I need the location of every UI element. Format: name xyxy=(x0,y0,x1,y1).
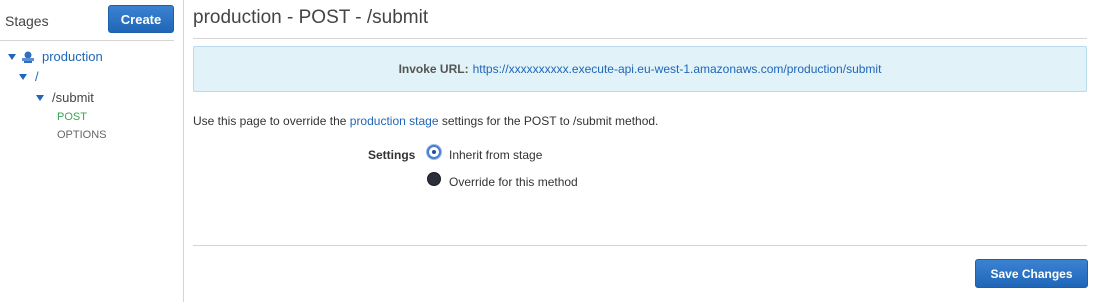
tree-item-options[interactable]: OPTIONS xyxy=(57,129,107,141)
chevron-down-icon[interactable] xyxy=(8,54,16,60)
sidebar-title: Stages xyxy=(5,13,49,29)
inherit-from-stage-radio[interactable] xyxy=(427,145,441,159)
inherit-from-stage-label[interactable]: Inherit from stage xyxy=(449,148,542,162)
chevron-down-icon[interactable] xyxy=(19,74,27,80)
description-suffix: settings for the POST to /submit method. xyxy=(441,114,659,128)
tree-item-production[interactable]: production xyxy=(42,49,103,64)
chevron-down-icon[interactable] xyxy=(36,95,44,101)
title-divider xyxy=(193,38,1087,39)
stage-icon xyxy=(21,50,35,68)
invoke-url-box: Invoke URL: https://xxxxxxxxxx.execute-a… xyxy=(193,46,1087,92)
invoke-url-label: Invoke URL: xyxy=(398,62,469,76)
stages-sidebar: Stages Create production / /submit POST … xyxy=(0,0,184,302)
save-changes-button[interactable]: Save Changes xyxy=(975,259,1088,288)
production-stage-link[interactable]: production stage xyxy=(350,114,439,128)
description-prefix: Use this page to override the xyxy=(193,114,347,128)
override-method-radio[interactable] xyxy=(427,172,441,186)
override-method-label[interactable]: Override for this method xyxy=(449,175,578,189)
sidebar-divider xyxy=(0,40,174,41)
description-text: Use this page to override the production… xyxy=(193,114,658,128)
tree-item-submit[interactable]: /submit xyxy=(52,90,94,105)
tree-item-root[interactable]: / xyxy=(35,69,39,84)
page-title: production - POST - /submit xyxy=(193,7,429,28)
settings-label: Settings xyxy=(368,148,416,162)
create-button[interactable]: Create xyxy=(108,5,174,33)
invoke-url-link[interactable]: https://xxxxxxxxxx.execute-api.eu-west-1… xyxy=(473,62,882,76)
tree-item-post[interactable]: POST xyxy=(57,111,87,123)
bottom-divider xyxy=(193,245,1087,246)
